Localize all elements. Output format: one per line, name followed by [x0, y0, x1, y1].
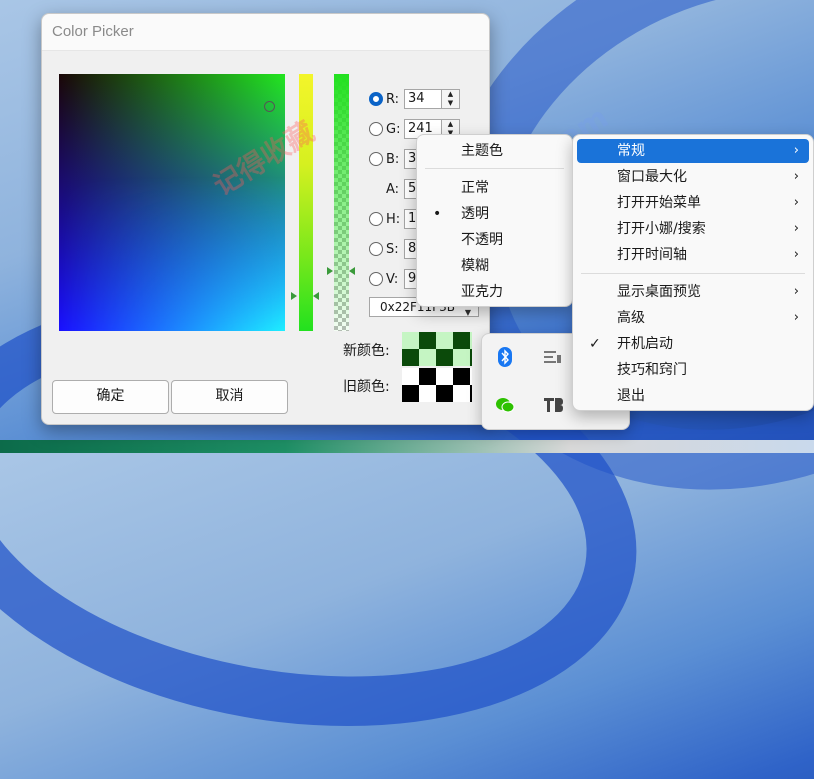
theme-color-submenu: 主题色 正常 • 透明 不透明 模糊 亚克力 — [416, 134, 573, 307]
theme-option-opaque[interactable]: 不透明 — [421, 228, 568, 252]
bluetooth-icon[interactable] — [494, 346, 516, 368]
old-color-swatch[interactable] — [402, 368, 472, 402]
menu-item-desktop-preview[interactable]: 显示桌面预览 › — [577, 280, 809, 304]
menu-separator — [581, 273, 805, 274]
chevron-right-icon: › — [793, 221, 799, 236]
chevron-right-icon: › — [793, 310, 799, 325]
menu-separator — [425, 168, 564, 169]
chevron-right-icon: › — [793, 195, 799, 210]
old-color-label: 旧颜色: — [343, 379, 390, 395]
field-label-s: S: — [386, 241, 399, 257]
taskbar-tool-icon[interactable] — [542, 394, 564, 416]
wechat-icon[interactable] — [494, 394, 516, 416]
spinner-r[interactable]: ▲ ▼ — [442, 89, 460, 109]
menu-item-advanced[interactable]: 高级 › — [577, 306, 809, 330]
radio-h[interactable] — [369, 212, 383, 226]
menu-item-exit[interactable]: 退出 — [577, 384, 809, 408]
field-label-b: B: — [386, 151, 400, 167]
hue-slider-handle-left[interactable] — [291, 292, 297, 300]
color-cursor[interactable] — [264, 101, 275, 112]
field-row-r: R: 34 ▲ ▼ — [369, 88, 460, 110]
new-color-swatch — [402, 332, 472, 366]
menu-item-autostart[interactable]: ✓ 开机启动 — [577, 332, 809, 356]
chevron-right-icon: › — [793, 247, 799, 262]
chevron-right-icon: › — [793, 169, 799, 184]
menu-item-general[interactable]: 常规 › — [577, 139, 809, 163]
chevron-right-icon: › — [793, 284, 799, 299]
radio-g[interactable] — [369, 122, 383, 136]
new-color-label: 新颜色: — [343, 343, 390, 359]
cancel-button[interactable]: 取消 — [171, 380, 288, 414]
ok-button[interactable]: 确定 — [52, 380, 169, 414]
menu-item-open-start[interactable]: 打开开始菜单 › — [577, 191, 809, 215]
radio-r[interactable] — [369, 92, 383, 106]
radio-b[interactable] — [369, 152, 383, 166]
hex-dropdown-arrow[interactable]: ▼ — [458, 308, 478, 318]
menu-item-maximize[interactable]: 窗口最大化 › — [577, 165, 809, 189]
submenu-header: 主题色 — [461, 143, 503, 159]
bullet-icon: • — [433, 206, 442, 222]
alpha-slider-handle-right[interactable] — [349, 267, 355, 275]
hue-slider-handle-right[interactable] — [313, 292, 319, 300]
menu-item-open-timeline[interactable]: 打开时间轴 › — [577, 243, 809, 267]
alpha-slider[interactable] — [334, 74, 349, 331]
theme-option-acrylic[interactable]: 亚克力 — [421, 280, 568, 304]
chevron-right-icon: › — [793, 143, 799, 158]
theme-option-transparent[interactable]: • 透明 — [421, 202, 568, 226]
field-label-h: H: — [386, 211, 401, 227]
theme-option-normal[interactable]: 正常 — [421, 176, 568, 200]
taskbar-edge — [0, 440, 814, 453]
field-label-g: G: — [386, 121, 401, 137]
app-icon[interactable] — [542, 346, 564, 368]
field-label-a: A: — [386, 181, 400, 197]
window-title: Color Picker — [42, 14, 489, 51]
saturation-value-square[interactable] — [59, 74, 285, 331]
theme-option-blur[interactable]: 模糊 — [421, 254, 568, 278]
alpha-slider-handle-left[interactable] — [327, 267, 333, 275]
field-label-r: R: — [386, 91, 400, 107]
checkmark-icon: ✓ — [589, 336, 601, 352]
tray-context-menu: 常规 › 窗口最大化 › 打开开始菜单 › 打开小娜/搜索 › 打开时间轴 › 显示桌面预… — [572, 134, 814, 411]
menu-item-tips[interactable]: 技巧和窍门 — [577, 358, 809, 382]
field-label-v: V: — [386, 271, 399, 287]
radio-s[interactable] — [369, 242, 383, 256]
input-r[interactable]: 34 — [404, 89, 442, 109]
radio-v[interactable] — [369, 272, 383, 286]
menu-item-open-cortana[interactable]: 打开小娜/搜索 › — [577, 217, 809, 241]
